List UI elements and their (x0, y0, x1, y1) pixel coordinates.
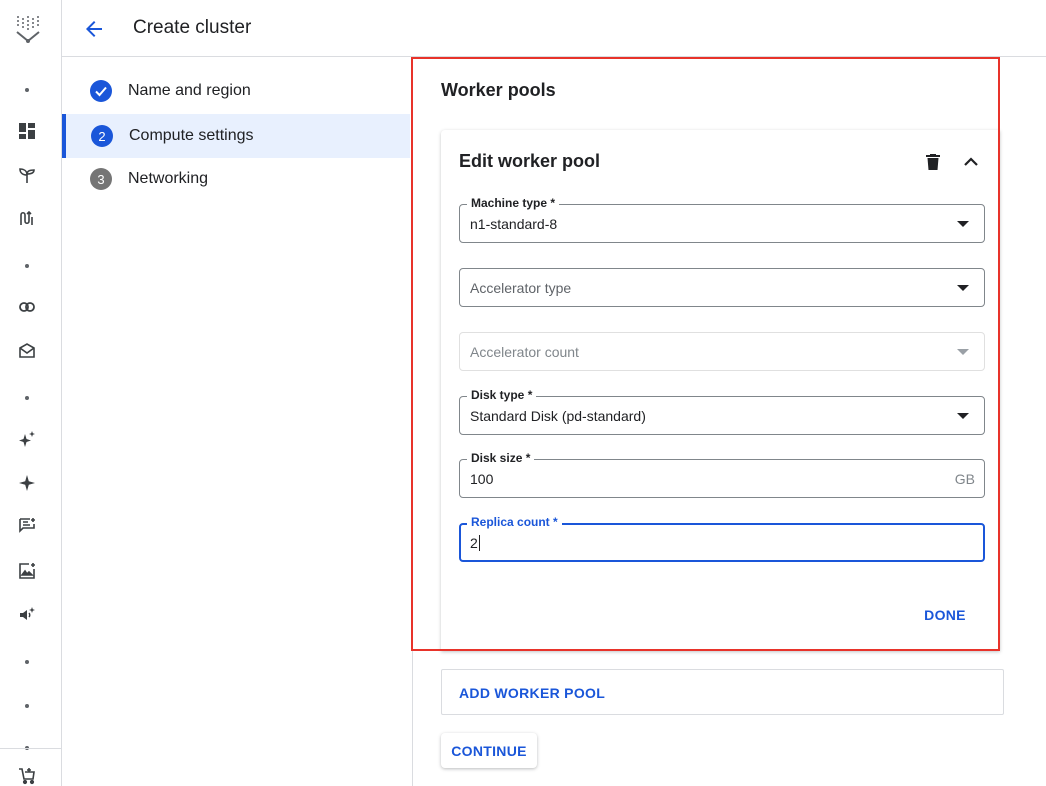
step-compute-settings[interactable]: 2 Compute settings (62, 114, 410, 158)
step-label: Compute settings (129, 127, 254, 144)
rail-dot (25, 88, 29, 92)
speaker-icon[interactable] (17, 605, 37, 625)
image-edit-icon[interactable] (17, 561, 37, 581)
step-label: Name and region (128, 82, 251, 99)
continue-button[interactable]: CONTINUE (441, 733, 537, 768)
rail-dot (25, 704, 29, 708)
sparkle-icon[interactable] (17, 473, 37, 493)
rail-dot (25, 660, 29, 664)
back-arrow-icon[interactable] (82, 17, 106, 41)
vertex-ai-logo-icon[interactable] (15, 14, 41, 44)
sparkle-plus-icon[interactable] (17, 429, 37, 449)
page-title: Create cluster (133, 17, 252, 38)
step-number-badge: 3 (90, 168, 112, 190)
dashboard-icon[interactable] (17, 121, 37, 141)
top-bar: Create cluster (62, 0, 1046, 57)
rail-dot (25, 396, 29, 400)
step-networking[interactable]: 3 Networking (62, 157, 410, 201)
cart-icon[interactable] (17, 766, 37, 786)
rail-divider (0, 748, 62, 749)
add-worker-pool-button[interactable]: ADD WORKER POOL (441, 669, 1004, 715)
stepper: Name and region 2 Compute settings 3 Net… (62, 57, 413, 786)
nav-rail (0, 0, 62, 786)
step-label: Networking (128, 170, 209, 187)
step-name-and-region[interactable]: Name and region (62, 69, 410, 113)
highlight-box (411, 57, 1000, 651)
notes-icon[interactable] (17, 516, 37, 536)
link-icon[interactable] (17, 297, 37, 317)
rail-dot (25, 264, 29, 268)
pipeline-icon[interactable] (17, 208, 37, 228)
step-number-badge: 2 (91, 125, 113, 147)
check-circle-icon (90, 80, 112, 102)
tag-icon[interactable] (17, 341, 37, 361)
sprout-icon[interactable] (17, 165, 37, 185)
add-worker-pool-label: ADD WORKER POOL (459, 685, 606, 701)
